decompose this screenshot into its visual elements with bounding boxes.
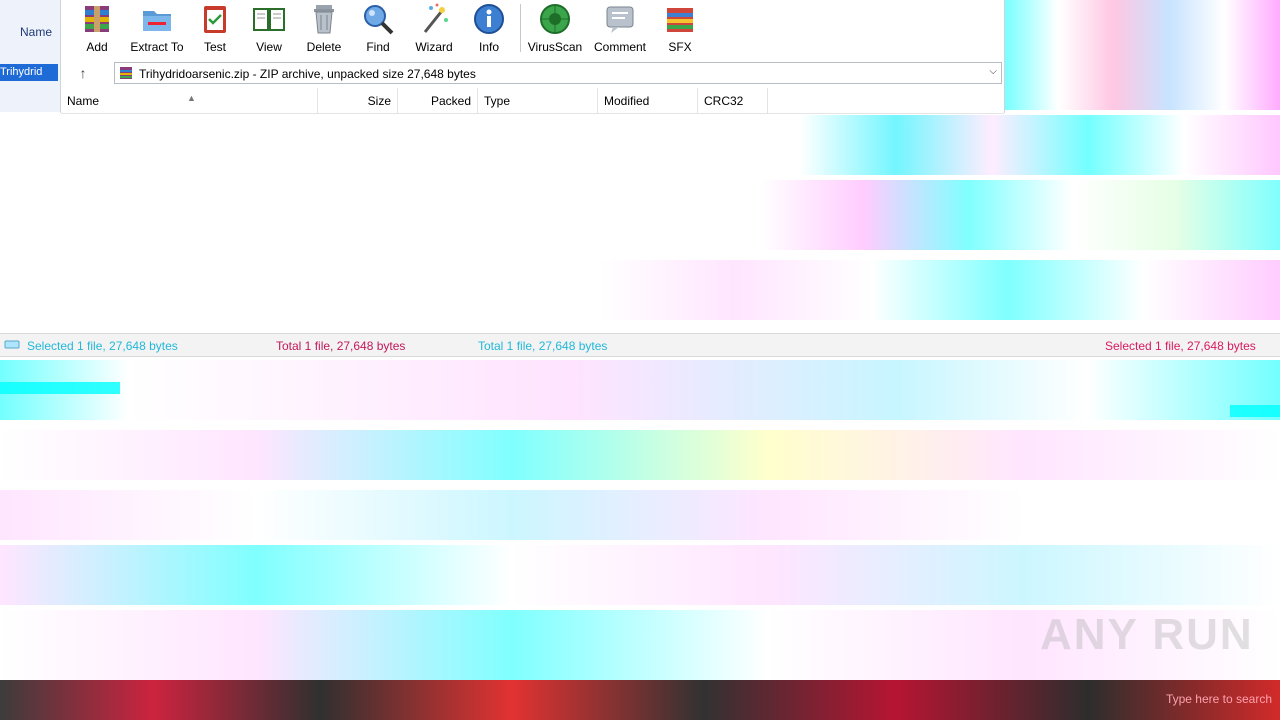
comment-button[interactable]: Comment	[591, 0, 649, 56]
chevron-down-icon[interactable]: ⌵	[989, 66, 997, 77]
comment-icon	[606, 6, 634, 33]
status-total-duplicate: Total 1 file, 27,648 bytes	[478, 339, 608, 353]
magnifier-icon	[364, 5, 394, 35]
taskbar-search-box[interactable]: Type here to search	[1166, 692, 1272, 706]
virusscan-button[interactable]: VirusScan	[527, 0, 583, 56]
info-icon	[474, 4, 504, 34]
left-selected-item[interactable]: Trihydrid	[0, 64, 58, 81]
column-name[interactable]: Name ▲	[61, 88, 318, 113]
status-total: Total 1 file, 27,648 bytes	[276, 339, 406, 353]
status-bar: Selected 1 file, 27,648 bytes Total 1 fi…	[0, 333, 1280, 357]
column-packed[interactable]: Packed	[398, 88, 478, 113]
winrar-window: Add Extract To Test View Delete Find Wiz…	[60, 0, 1005, 114]
drive-icon	[4, 340, 20, 349]
status-selected: Selected 1 file, 27,648 bytes	[27, 339, 178, 353]
delete-button[interactable]: Delete	[301, 0, 347, 56]
sfx-button[interactable]: SFX	[657, 0, 703, 56]
status-selected-right: Selected 1 file, 27,648 bytes	[1105, 339, 1256, 353]
toolbar: Add Extract To Test View Delete Find Wiz…	[61, 0, 1004, 58]
clipboard-check-icon	[204, 6, 226, 33]
find-button[interactable]: Find	[357, 0, 399, 56]
sort-ascending-icon: ▲	[187, 93, 196, 103]
wizard-button[interactable]: Wizard	[409, 0, 459, 56]
view-button[interactable]: View	[247, 0, 291, 56]
magic-wand-icon	[423, 3, 448, 33]
left-name-label: Name	[20, 25, 53, 39]
watermark-logo: ANY RUN	[1040, 610, 1254, 659]
add-button[interactable]: Add	[75, 0, 119, 56]
extract-to-button[interactable]: Extract To	[129, 0, 185, 56]
sfx-archive-icon	[667, 8, 693, 32]
column-type[interactable]: Type	[478, 88, 598, 113]
folder-extract-icon	[143, 11, 171, 31]
column-size[interactable]: Size	[318, 88, 398, 113]
column-crc32[interactable]: CRC32	[698, 88, 768, 113]
virus-scan-icon	[540, 4, 570, 34]
trash-icon	[314, 5, 334, 34]
file-list-area[interactable]	[0, 113, 1280, 331]
taskbar: Type here to search	[0, 680, 1280, 720]
column-modified[interactable]: Modified	[598, 88, 698, 113]
left-panel: Name Trihydrid	[0, 0, 63, 112]
toolbar-separator	[520, 4, 521, 52]
up-folder-button[interactable]: ↑	[75, 65, 91, 81]
archive-path-text: Trihydridoarsenic.zip - ZIP archive, unp…	[139, 67, 476, 81]
archive-path-combobox[interactable]: Trihydridoarsenic.zip - ZIP archive, unp…	[114, 62, 1002, 84]
test-button[interactable]: Test	[195, 0, 235, 56]
info-button[interactable]: Info	[469, 0, 509, 56]
zip-archive-icon	[120, 67, 132, 79]
archive-add-icon	[85, 6, 109, 32]
book-view-icon	[253, 8, 285, 31]
file-list-header: Name ▲ Size Packed Type Modified CRC32	[61, 88, 1004, 114]
address-bar: ↑ Trihydridoarsenic.zip - ZIP archive, u…	[61, 61, 1004, 86]
